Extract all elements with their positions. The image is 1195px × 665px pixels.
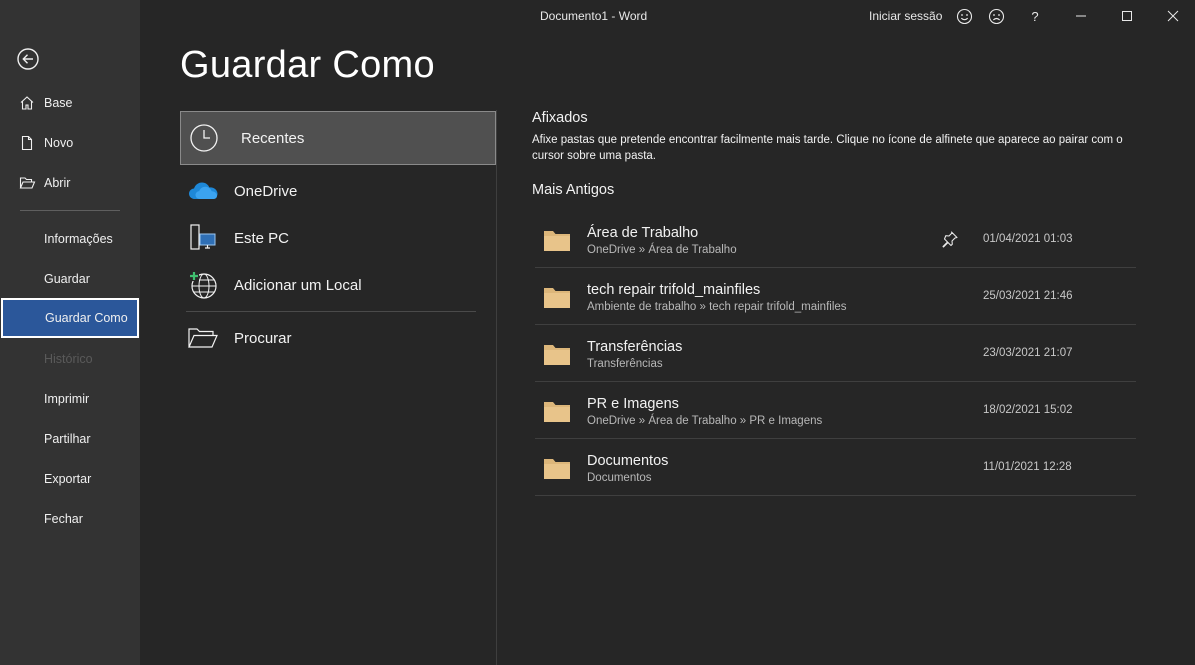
open-folder-icon: [18, 174, 36, 192]
location-este-pc[interactable]: Este PC: [180, 215, 496, 261]
nav-label: Base: [44, 96, 73, 110]
folder-row[interactable]: Documentos Documentos 11/01/2021 12:28: [535, 439, 1136, 496]
location-adicionar-local[interactable]: Adicionar um Local: [180, 262, 496, 308]
nav-label: Exportar: [44, 472, 92, 486]
folder-path: Ambiente de trabalho » tech repair trifo…: [587, 301, 847, 313]
locations-divider: [186, 311, 476, 312]
nav-item-historico: Histórico: [0, 339, 140, 379]
minimize-icon[interactable]: [1071, 6, 1091, 26]
maximize-icon[interactable]: [1117, 6, 1137, 26]
word-backstage: Base Novo Abrir Informações Guardar Guar…: [0, 0, 1195, 665]
folder-icon: [543, 342, 571, 366]
folder-date: 18/02/2021 15:02: [983, 404, 1073, 416]
folder-name: PR e Imagens: [587, 396, 679, 412]
folder-icon: [543, 456, 571, 480]
nav-item-base[interactable]: Base: [0, 83, 140, 123]
nav-divider: [20, 210, 120, 211]
nav-label: Guardar: [44, 272, 90, 286]
folder-date: 23/03/2021 21:07: [983, 347, 1073, 359]
nav-label: Partilhar: [44, 432, 91, 446]
add-place-icon: [186, 268, 220, 302]
this-pc-icon: [186, 221, 220, 255]
home-icon: [18, 94, 36, 112]
nav-label: Imprimir: [44, 392, 90, 406]
nav-item-partilhar[interactable]: Partilhar: [0, 419, 140, 459]
older-heading: Mais Antigos: [532, 182, 615, 198]
folder-icon: [543, 399, 571, 423]
nav-item-exportar[interactable]: Exportar: [0, 459, 140, 499]
folder-path: Transferências: [587, 358, 663, 370]
folder-icon: [543, 285, 571, 309]
folder-date: 01/04/2021 01:03: [983, 233, 1073, 245]
folder-name: Área de Trabalho: [587, 225, 699, 241]
frown-icon[interactable]: [986, 6, 1006, 26]
close-icon[interactable]: [1163, 6, 1183, 26]
nav-item-imprimir[interactable]: Imprimir: [0, 379, 140, 419]
folder-row[interactable]: PR e Imagens OneDrive » Área de Trabalho…: [535, 382, 1136, 439]
folder-path: OneDrive » Área de Trabalho: [587, 244, 737, 256]
folder-path: OneDrive » Área de Trabalho » PR e Image…: [587, 415, 823, 427]
folder-icon: [543, 228, 571, 252]
pinned-description: Afixe pastas que pretende encontrar faci…: [532, 134, 1123, 162]
folder-row[interactable]: tech repair trifold_mainfiles Ambiente d…: [535, 268, 1136, 325]
back-arrow-icon[interactable]: [16, 47, 40, 71]
location-label: Adicionar um Local: [234, 276, 362, 294]
new-doc-icon: [18, 134, 36, 152]
nav-item-abrir[interactable]: Abrir: [0, 163, 140, 203]
location-recentes[interactable]: Recentes: [180, 111, 496, 165]
pinned-heading: Afixados: [532, 110, 588, 126]
folder-path: Documentos: [587, 472, 652, 484]
nav-label: Histórico: [44, 352, 93, 366]
browse-folder-icon: [186, 321, 220, 355]
folder-name: Documentos: [587, 453, 669, 469]
location-label: Este PC: [234, 229, 290, 247]
location-label: Recentes: [241, 129, 305, 147]
backstage-nav: Base Novo Abrir Informações Guardar Guar…: [0, 0, 140, 665]
folder-row[interactable]: Transferências Transferências 23/03/2021…: [535, 325, 1136, 382]
nav-item-guardar-como[interactable]: Guardar Como: [1, 298, 139, 338]
clock-icon: [187, 121, 221, 155]
nav-label: Abrir: [44, 176, 71, 190]
folder-row[interactable]: Área de Trabalho OneDrive » Área de Trab…: [535, 211, 1136, 268]
smile-icon[interactable]: [954, 6, 974, 26]
nav-label: Novo: [44, 136, 74, 150]
recent-folders-panel: Afixados Afixe pastas que pretende encon…: [532, 110, 1142, 198]
location-procurar[interactable]: Procurar: [180, 315, 496, 361]
nav-item-informacoes[interactable]: Informações: [0, 219, 140, 259]
nav-item-guardar[interactable]: Guardar: [0, 259, 140, 299]
sign-in-link[interactable]: Iniciar sessão: [869, 9, 942, 23]
nav-label: Fechar: [44, 512, 83, 526]
save-locations: Recentes OneDrive Este PC Adicionar um L…: [180, 110, 497, 665]
onedrive-icon: [186, 174, 220, 208]
help-icon[interactable]: ?: [1025, 6, 1045, 26]
folder-name: tech repair trifold_mainfiles: [587, 282, 761, 298]
title-bar: Documento1 - Word Iniciar sessão ?: [140, 0, 1195, 32]
folder-date: 11/01/2021 12:28: [983, 461, 1072, 473]
folder-date: 25/03/2021 21:46: [983, 290, 1073, 302]
pin-icon[interactable]: [941, 230, 959, 248]
nav-label: Guardar Como: [45, 311, 128, 325]
location-label: OneDrive: [234, 182, 298, 200]
folder-name: Transferências: [587, 339, 683, 355]
location-label: Procurar: [234, 329, 292, 347]
location-onedrive[interactable]: OneDrive: [180, 168, 496, 214]
nav-item-fechar[interactable]: Fechar: [0, 499, 140, 539]
nav-item-novo[interactable]: Novo: [0, 123, 140, 163]
folder-list: Área de Trabalho OneDrive » Área de Trab…: [535, 211, 1136, 496]
nav-label: Informações: [44, 232, 113, 246]
page-title: Guardar Como: [180, 44, 435, 86]
document-title: Documento1 - Word: [540, 9, 648, 23]
